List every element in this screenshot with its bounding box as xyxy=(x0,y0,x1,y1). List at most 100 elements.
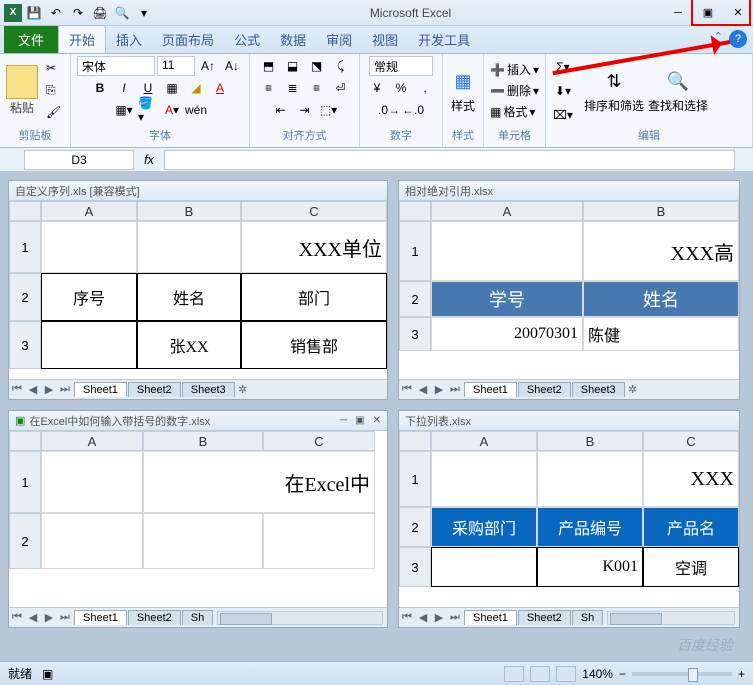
delete-cells-button[interactable]: ➖删除▾ xyxy=(490,82,539,99)
excel-icon[interactable]: X xyxy=(4,4,22,22)
sheet-tab[interactable]: Sheet3 xyxy=(572,382,625,397)
help-button[interactable]: ? xyxy=(729,30,747,48)
row-header[interactable]: 2 xyxy=(399,507,431,547)
row-header[interactable]: 1 xyxy=(399,221,431,281)
view-pagebreak-button[interactable] xyxy=(556,666,576,682)
col-header[interactable]: B xyxy=(537,431,643,451)
zoom-out-button[interactable]: − xyxy=(619,667,626,681)
cell[interactable]: 序号 xyxy=(41,273,137,321)
cell[interactable] xyxy=(41,321,137,369)
col-header[interactable]: B xyxy=(583,201,739,221)
align-bottom-button[interactable]: ⬔ xyxy=(306,56,328,76)
col-header[interactable]: C xyxy=(241,201,387,221)
window-title-3[interactable]: ▣ 在Excel中如何输入带括号的数字.xlsx ─ ▣ ✕ xyxy=(9,411,387,431)
format-cells-button[interactable]: ▦格式▾ xyxy=(490,103,539,120)
tab-formula[interactable]: 公式 xyxy=(224,26,270,53)
new-sheet-button[interactable]: ✲ xyxy=(625,383,641,396)
cell[interactable] xyxy=(263,513,375,569)
cell[interactable]: 陈健 xyxy=(583,317,739,351)
font-color-more-button[interactable]: A▾ xyxy=(161,100,183,120)
col-header[interactable]: A xyxy=(41,201,137,221)
format-painter-button[interactable]: 🖌 xyxy=(46,105,64,121)
sheet-tab[interactable]: Sheet3 xyxy=(182,382,235,397)
sheet-tab[interactable]: Sh xyxy=(182,610,213,625)
tab-nav-first[interactable]: ⏮ xyxy=(399,611,415,624)
row-header[interactable]: 3 xyxy=(399,317,431,351)
col-header[interactable]: B xyxy=(137,201,241,221)
minimize-ribbon-icon[interactable]: ⌃ xyxy=(714,30,723,48)
tab-nav-first[interactable]: ⏮ xyxy=(9,611,25,624)
font-color-button[interactable]: A xyxy=(209,78,231,98)
row-header[interactable]: 3 xyxy=(399,547,431,587)
workbook-window-2[interactable]: 相对绝对引用.xlsx A B 1 XXX高 2 学号 姓名 3 2007030… xyxy=(398,180,740,400)
window-title-4[interactable]: 下拉列表.xlsx xyxy=(399,411,739,431)
tab-nav-next[interactable]: ▶ xyxy=(41,383,57,396)
cell[interactable] xyxy=(41,221,137,273)
col-header[interactable]: A xyxy=(41,431,143,451)
phonetic-button[interactable]: wén xyxy=(185,100,207,120)
decrease-font-button[interactable]: A↓ xyxy=(221,56,243,76)
redo-button[interactable]: ↷ xyxy=(68,3,88,23)
font-size-combo[interactable]: 11 xyxy=(157,56,195,76)
workbook-window-1[interactable]: 自定义序列.xls [兼容模式] A B C 1 XXX单位 2 序号 姓名 部… xyxy=(8,180,388,400)
cell[interactable]: 产品编号 xyxy=(537,507,643,547)
cell[interactable]: K001 xyxy=(537,547,643,587)
find-select-button[interactable]: 🔍 查找和选择 xyxy=(648,67,708,114)
sheet-tab[interactable]: Sheet1 xyxy=(464,610,517,625)
sheet-tab[interactable]: Sheet2 xyxy=(518,382,571,397)
col-header[interactable]: A xyxy=(431,431,537,451)
cell[interactable] xyxy=(537,451,643,507)
cell[interactable]: XXX xyxy=(643,451,739,507)
border-button[interactable]: ▦ xyxy=(161,78,183,98)
child-restore-button[interactable]: ▣ xyxy=(355,415,364,426)
fx-icon[interactable]: fx xyxy=(134,152,164,167)
col-header[interactable]: C xyxy=(643,431,739,451)
sheet-tab[interactable]: Sh xyxy=(572,610,603,625)
tab-nav-next[interactable]: ▶ xyxy=(431,383,447,396)
select-all-corner[interactable] xyxy=(9,201,41,221)
cell-styles-button[interactable]: ▦ 样式 xyxy=(449,67,477,114)
underline-button[interactable]: U xyxy=(137,78,159,98)
cell[interactable]: XXX单位 xyxy=(241,221,387,273)
print-button[interactable]: 🖨 xyxy=(90,3,110,23)
child-minimize-button[interactable]: ─ xyxy=(340,415,347,426)
sheet-tab[interactable]: Sheet1 xyxy=(74,610,127,625)
horizontal-scrollbar[interactable] xyxy=(217,611,383,625)
row-header[interactable]: 2 xyxy=(9,513,41,569)
autosum-button[interactable]: Σ▾ xyxy=(552,57,574,77)
child-close-button[interactable]: ✕ xyxy=(373,415,381,426)
italic-button[interactable]: I xyxy=(113,78,135,98)
tab-insert[interactable]: 插入 xyxy=(106,26,152,53)
tab-nav-next[interactable]: ▶ xyxy=(41,611,57,624)
col-header[interactable]: A xyxy=(431,201,583,221)
currency-button[interactable]: ¥ xyxy=(366,78,388,98)
row-header[interactable]: 1 xyxy=(9,221,41,273)
new-sheet-button[interactable]: ✲ xyxy=(235,383,251,396)
cell[interactable] xyxy=(431,547,537,587)
macro-record-icon[interactable]: ▣ xyxy=(42,667,53,681)
cell[interactable]: 采购部门 xyxy=(431,507,537,547)
cell[interactable]: 空调 xyxy=(643,547,739,587)
tab-layout[interactable]: 页面布局 xyxy=(152,26,224,53)
number-format-combo[interactable]: 常规 xyxy=(369,56,433,76)
row-header[interactable]: 2 xyxy=(399,281,431,317)
fill-button[interactable]: ⬇▾ xyxy=(552,81,574,101)
workbook-window-4[interactable]: 下拉列表.xlsx A B C 1 XXX 2 采购部门 产品编号 产品名 3 xyxy=(398,410,740,628)
sheet-tab[interactable]: Sheet1 xyxy=(464,382,517,397)
sheet-tab[interactable]: Sheet2 xyxy=(128,382,181,397)
increase-indent-button[interactable]: ⇥ xyxy=(294,100,316,120)
cell[interactable] xyxy=(143,513,263,569)
bold-button[interactable]: B xyxy=(89,78,111,98)
tab-home[interactable]: 开始 xyxy=(58,25,106,53)
align-center-button[interactable]: ≣ xyxy=(282,78,304,98)
wrap-text-button[interactable]: ⏎ xyxy=(330,78,352,98)
undo-button[interactable]: ↶ xyxy=(46,3,66,23)
col-header[interactable]: B xyxy=(143,431,263,451)
tab-view[interactable]: 视图 xyxy=(362,26,408,53)
align-top-button[interactable]: ⬒ xyxy=(258,56,280,76)
tab-file[interactable]: 文件 xyxy=(4,26,58,53)
horizontal-scrollbar[interactable] xyxy=(607,611,735,625)
zoom-level[interactable]: 140% xyxy=(582,667,613,681)
cell[interactable] xyxy=(41,513,143,569)
tab-nav-first[interactable]: ⏮ xyxy=(399,383,415,396)
